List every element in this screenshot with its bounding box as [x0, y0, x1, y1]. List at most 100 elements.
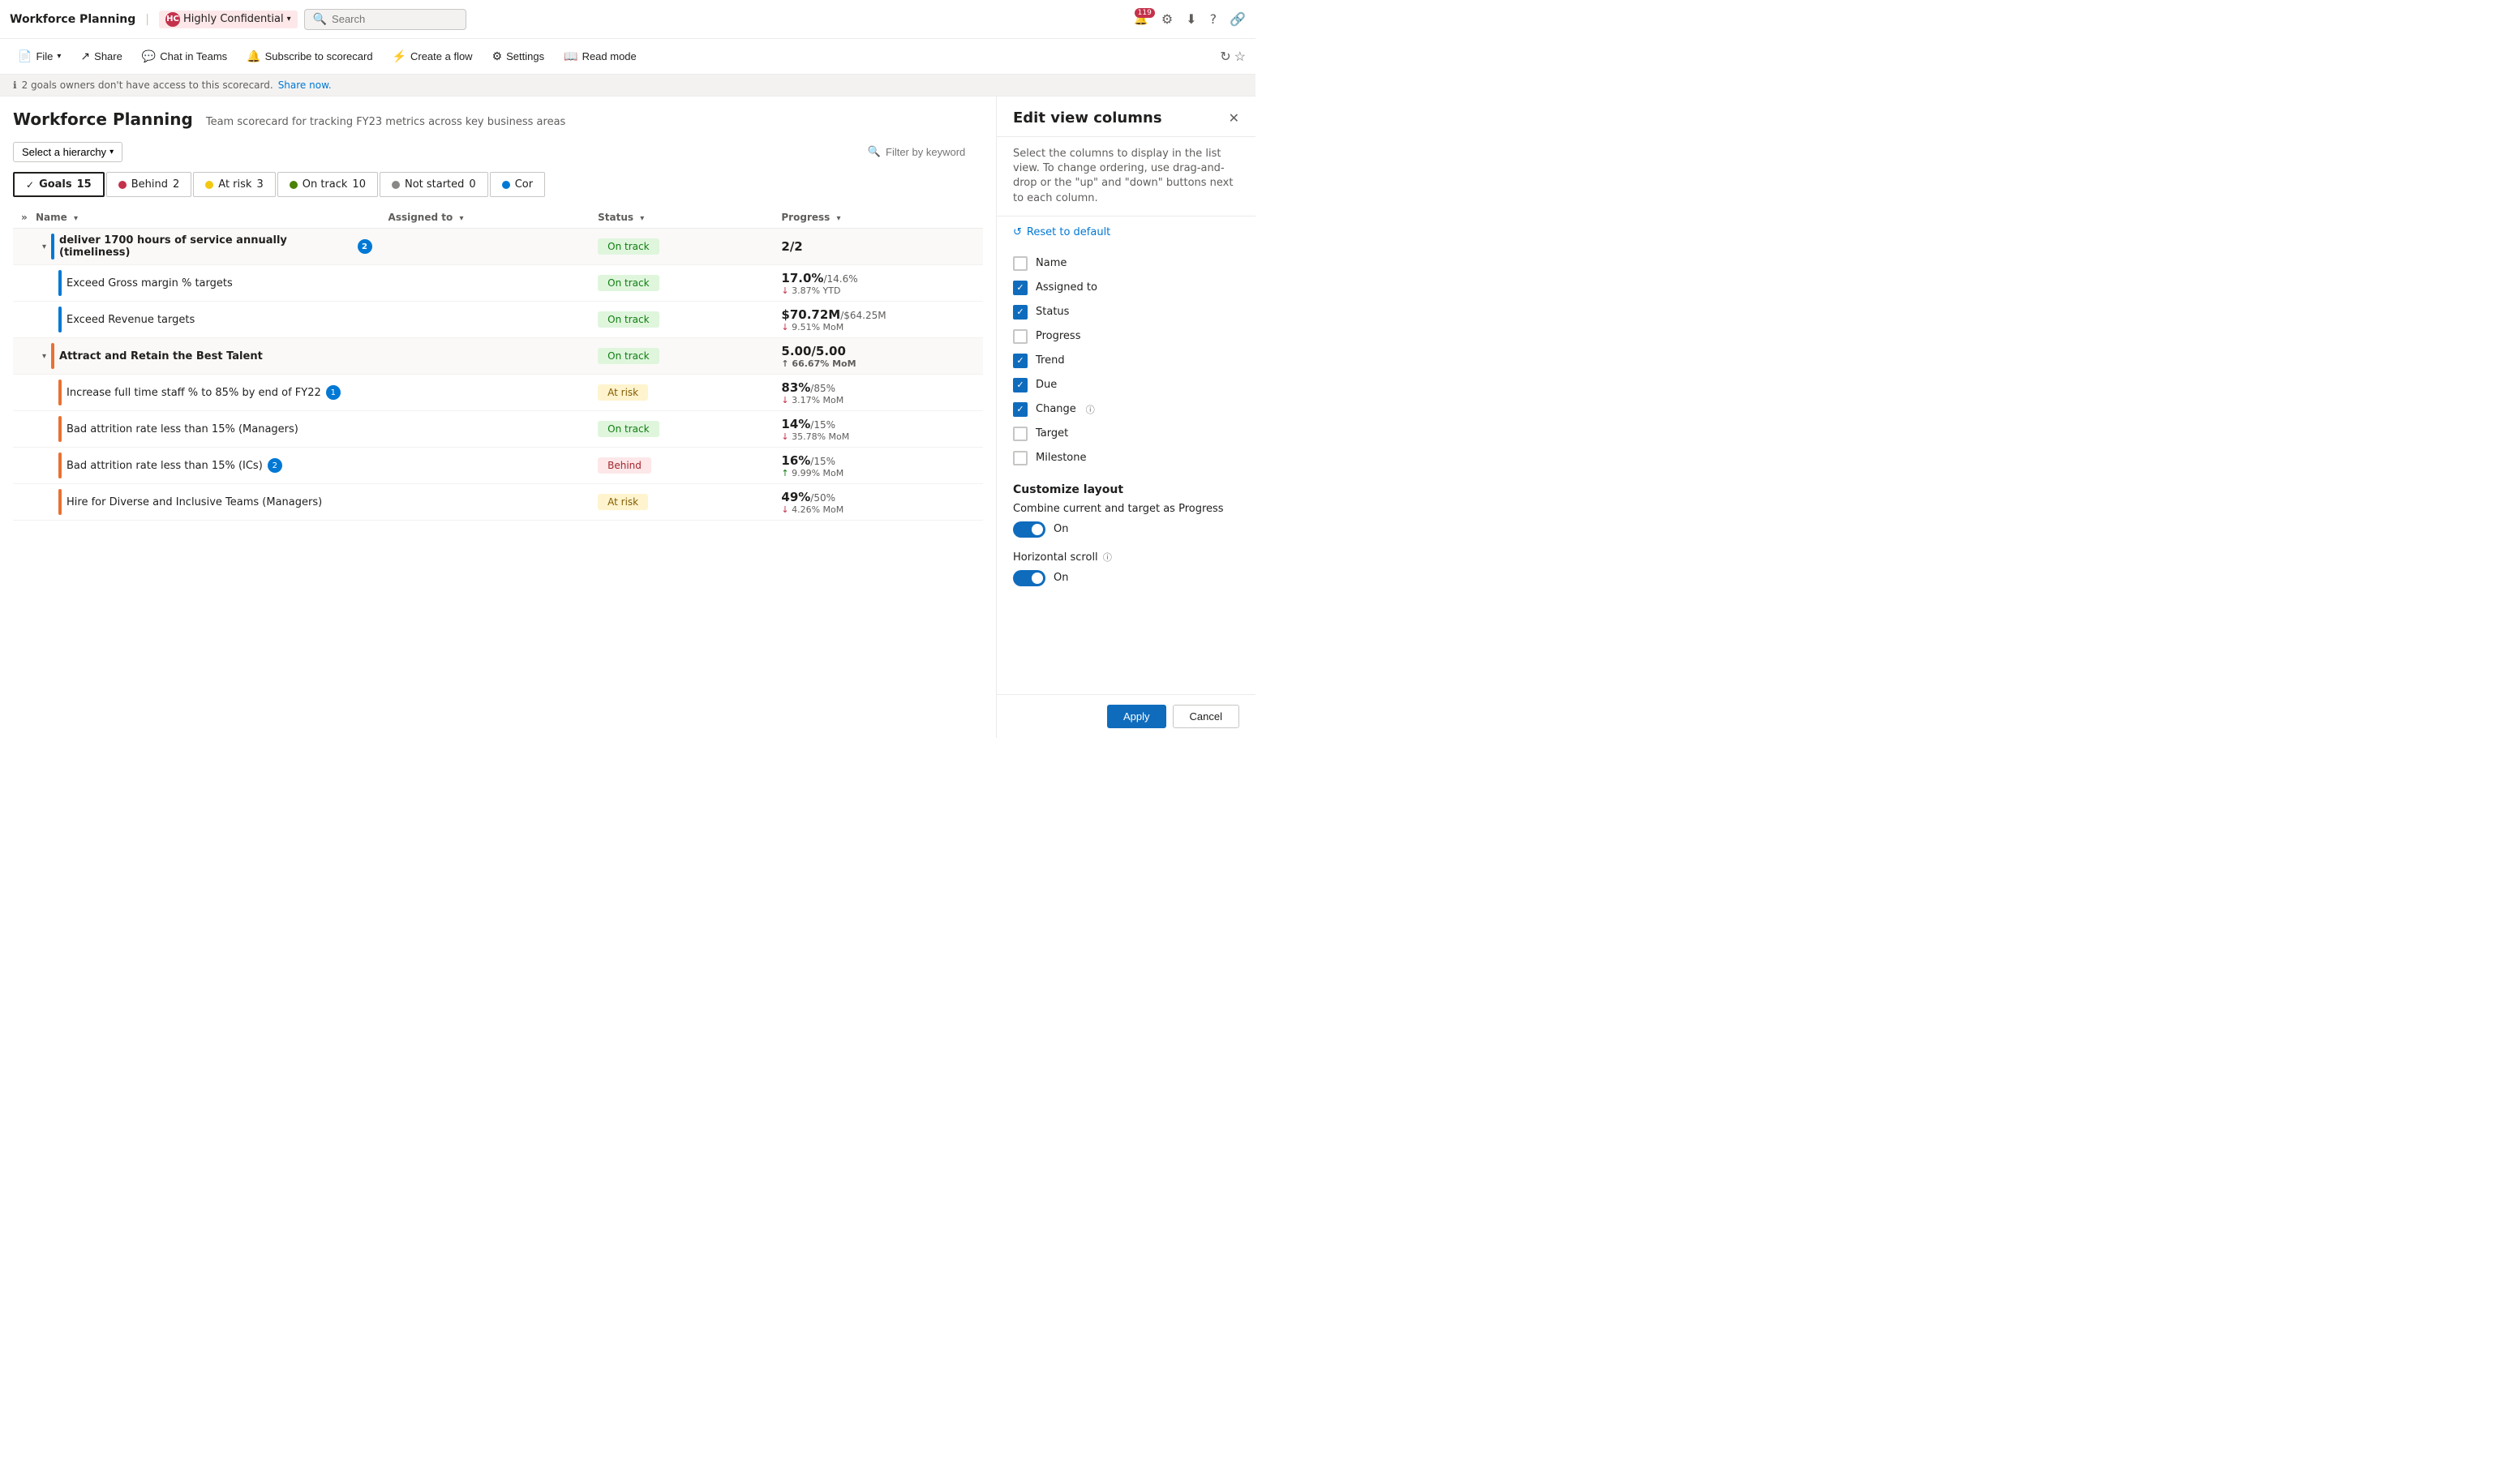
cancel-button[interactable]: Cancel: [1173, 705, 1239, 728]
checkbox-target[interactable]: [1013, 427, 1028, 441]
notification-button[interactable]: 🔔 119: [1134, 13, 1148, 26]
atrisk-dot: [205, 181, 213, 189]
comment-badge[interactable]: 1: [326, 385, 341, 400]
share-now-link[interactable]: Share now.: [278, 79, 332, 91]
reset-to-default-link[interactable]: ↺ Reset to default: [1013, 226, 1239, 238]
share-button[interactable]: ↗ Share: [72, 46, 130, 66]
goal-progress: 16%/15% ↑ 9.99% MoM: [773, 448, 983, 484]
bar-indicator: [58, 270, 62, 296]
create-flow-button[interactable]: ⚡ Create a flow: [384, 46, 481, 66]
subscribe-icon: 🔔: [247, 49, 260, 63]
atrisk-pill[interactable]: At risk 3: [193, 172, 275, 197]
goal-progress: 83%/85% ↓ 3.17% MoM: [773, 375, 983, 411]
read-mode-button[interactable]: 📖 Read mode: [556, 46, 645, 66]
checkbox-milestone[interactable]: [1013, 451, 1028, 465]
goal-assigned: [380, 302, 590, 338]
goal-name-cell: ▾ deliver 1700 hours of service annually…: [13, 229, 380, 265]
comment-badge[interactable]: 2: [358, 239, 372, 254]
checkbox-status[interactable]: ✓: [1013, 305, 1028, 320]
col-header-name[interactable]: » Name ▾: [13, 207, 380, 229]
share-icon[interactable]: 🔗: [1230, 11, 1246, 27]
filter-icon: 🔍: [868, 146, 881, 158]
search-input[interactable]: [332, 13, 453, 25]
col-header-progress[interactable]: Progress ▾: [773, 207, 983, 229]
status-badge: On track: [598, 421, 659, 437]
goal-status: At risk: [590, 375, 773, 411]
checkbox-name[interactable]: [1013, 256, 1028, 271]
goal-assigned: [380, 229, 590, 265]
scorecard-subtitle: Team scorecard for tracking FY23 metrics…: [206, 116, 565, 128]
download-icon[interactable]: ⬇: [1186, 11, 1196, 27]
completed-dot: [502, 181, 510, 189]
expand-button[interactable]: ▾: [42, 352, 46, 361]
goal-progress: 49%/50% ↓ 4.26% MoM: [773, 484, 983, 521]
checkbox-due[interactable]: ✓: [1013, 378, 1028, 392]
help-icon[interactable]: ?: [1210, 11, 1217, 27]
goal-assigned: [380, 448, 590, 484]
goal-name-cell: Increase full time staff % to 85% by end…: [13, 375, 380, 411]
goals-pill[interactable]: ✓ Goals 15: [13, 172, 105, 197]
expand-button[interactable]: ▾: [42, 242, 46, 251]
col-header-status[interactable]: Status ▾: [590, 207, 773, 229]
settings-button[interactable]: ⚙ Settings: [484, 46, 553, 66]
settings-icon[interactable]: ⚙: [1161, 11, 1173, 27]
hierarchy-button[interactable]: Select a hierarchy ▾: [13, 142, 122, 162]
info-icon-change: ⓘ: [1086, 403, 1095, 416]
completed-label: Cor: [515, 178, 533, 191]
file-label: File: [36, 50, 53, 62]
panel-close-button[interactable]: ✕: [1229, 110, 1239, 127]
combine-toggle[interactable]: [1013, 521, 1045, 538]
notstarted-pill[interactable]: Not started 0: [380, 172, 488, 197]
top-bar: Workforce Planning | HC Highly Confident…: [0, 0, 1256, 39]
goal-status: On track: [590, 411, 773, 448]
col-label-name: Name: [1036, 257, 1067, 269]
completed-pill[interactable]: Cor: [490, 172, 545, 197]
col-header-assigned[interactable]: Assigned to ▾: [380, 207, 590, 229]
scroll-toggle-row: On: [1013, 570, 1239, 586]
goal-name: Bad attrition rate less than 15% (ICs): [67, 460, 263, 472]
read-icon: 📖: [564, 49, 577, 63]
arrow-down-icon: ↓: [781, 504, 788, 515]
column-item-name: Name: [1013, 251, 1239, 276]
checkbox-progress[interactable]: [1013, 329, 1028, 344]
table-row: Exceed Gross margin % targets On track 1…: [13, 265, 983, 302]
confidential-badge[interactable]: HC Highly Confidential ▾: [159, 11, 298, 28]
panel-content: ↺ Reset to default Name✓Assigned to✓Stat…: [997, 217, 1256, 694]
confidential-icon: HC: [165, 12, 180, 27]
subscribe-label: Subscribe to scorecard: [265, 50, 373, 62]
goal-status: On track: [590, 265, 773, 302]
comment-badge[interactable]: 2: [268, 458, 282, 473]
apply-button[interactable]: Apply: [1107, 705, 1166, 728]
goal-name: deliver 1700 hours of service annually (…: [59, 234, 353, 259]
search-bar[interactable]: 🔍: [304, 9, 466, 30]
notstarted-dot: [392, 181, 400, 189]
progress-sub: ↓ 3.87% YTD: [781, 285, 975, 296]
status-badge: On track: [598, 348, 659, 364]
ontrack-pill[interactable]: On track 10: [277, 172, 378, 197]
checkbox-trend[interactable]: ✓: [1013, 354, 1028, 368]
checkbox-change[interactable]: ✓: [1013, 402, 1028, 417]
star-button[interactable]: ☆: [1234, 49, 1246, 65]
top-bar-left: Workforce Planning | HC Highly Confident…: [10, 9, 466, 30]
subscribe-button[interactable]: 🔔 Subscribe to scorecard: [238, 46, 380, 66]
checkbox-assigned[interactable]: ✓: [1013, 281, 1028, 295]
progress-col-label: Progress: [781, 212, 830, 223]
filter-input[interactable]: [886, 146, 983, 158]
file-button[interactable]: 📄 File ▾: [10, 46, 69, 66]
refresh-button[interactable]: ↻: [1220, 49, 1230, 65]
behind-pill[interactable]: Behind 2: [106, 172, 192, 197]
goal-progress: 14%/15% ↓ 35.78% MoM: [773, 411, 983, 448]
bar-indicator: [58, 307, 62, 332]
main-area: Workforce Planning Team scorecard for tr…: [0, 97, 1256, 738]
chat-button[interactable]: 💬 Chat in Teams: [134, 46, 235, 66]
filter-area: 🔍: [868, 146, 983, 158]
table-row: Bad attrition rate less than 15% (Manage…: [13, 411, 983, 448]
table-row: ▾ Attract and Retain the Best Talent On …: [13, 338, 983, 375]
goal-name-cell: ▾ Attract and Retain the Best Talent: [13, 338, 380, 375]
scroll-toggle[interactable]: [1013, 570, 1045, 586]
status-badge: On track: [598, 238, 659, 255]
expand-all-icon: »: [21, 212, 28, 223]
info-icon: ℹ: [13, 79, 17, 91]
search-icon: 🔍: [313, 13, 327, 26]
scroll-label: Horizontal scroll: [1013, 551, 1098, 564]
